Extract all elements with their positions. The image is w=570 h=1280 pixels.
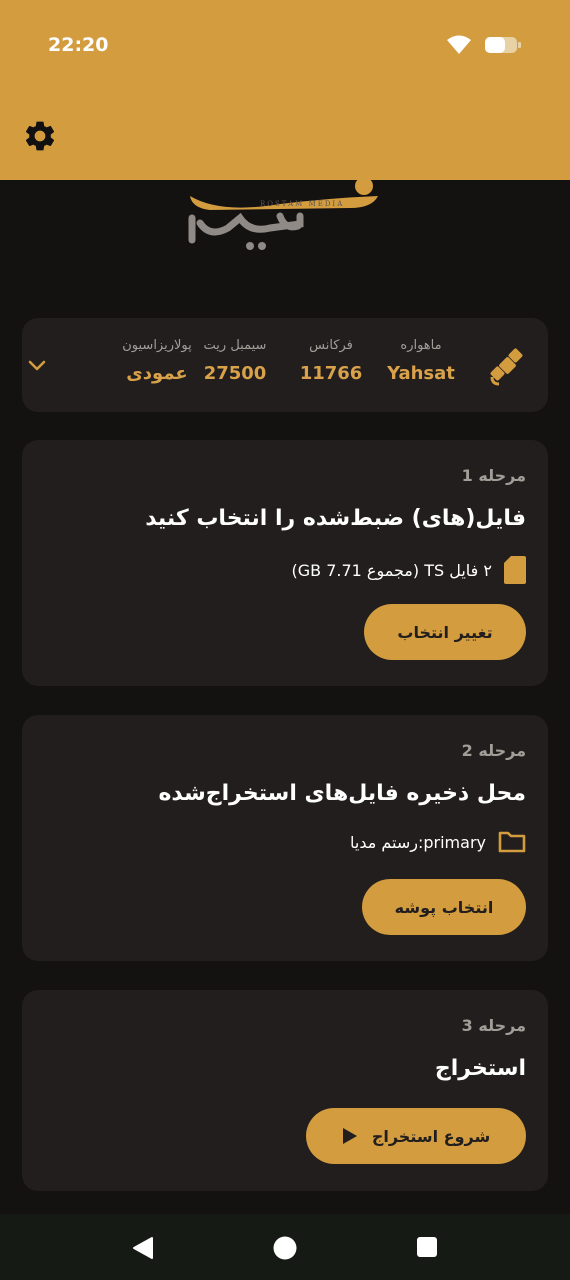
wifi-icon bbox=[447, 35, 471, 54]
status-icons bbox=[446, 34, 522, 56]
selected-files-summary: ۲ فایل TS (مجموع 7.71 GB) bbox=[291, 560, 492, 580]
choose-folder-label: انتخاب پوشه bbox=[394, 897, 494, 917]
step-2-title: محل ذخیره فایل‌های استخراج‌شده bbox=[158, 781, 526, 806]
gear-icon[interactable] bbox=[22, 118, 58, 154]
recents-icon[interactable] bbox=[416, 1236, 438, 1258]
polarization-value: عمودی bbox=[126, 363, 188, 384]
back-icon[interactable] bbox=[132, 1236, 154, 1260]
step-1-label: مرحله 1 bbox=[461, 466, 526, 485]
frequency-value: 11766 bbox=[299, 363, 363, 384]
step-2-label: مرحله 2 bbox=[461, 741, 526, 760]
satellite-label: ماهواره bbox=[400, 338, 442, 353]
satellite-column: ماهواره Yahsat bbox=[376, 338, 466, 384]
status-time: 22:20 bbox=[48, 34, 109, 56]
step-1-card: مرحله 1 فایل(های) ضبط‌شده را انتخاب کنید… bbox=[22, 440, 548, 686]
choose-folder-button[interactable]: انتخاب پوشه bbox=[362, 879, 526, 935]
change-selection-label: تغییر انتخاب bbox=[397, 622, 493, 642]
satellite-value: Yahsat bbox=[387, 363, 455, 384]
step-2-info: primary:رستم مدیا bbox=[350, 831, 526, 853]
symbol-rate-label: سیمبل ریت bbox=[203, 338, 267, 353]
frequency-label: فرکانس bbox=[309, 338, 353, 353]
battery-icon bbox=[485, 37, 521, 53]
chevron-down-icon[interactable] bbox=[26, 355, 48, 377]
system-nav-bar bbox=[0, 1214, 570, 1280]
start-extraction-label: شروع استخراج bbox=[371, 1126, 491, 1146]
symbol-rate-value: 27500 bbox=[203, 363, 267, 384]
polarization-label: پولاریزاسیون bbox=[122, 338, 192, 353]
folder-icon bbox=[498, 831, 526, 853]
satellite-icon bbox=[490, 348, 523, 386]
start-extraction-button[interactable]: شروع استخراج bbox=[306, 1108, 526, 1164]
home-icon[interactable] bbox=[273, 1236, 297, 1260]
frequency-column: فرکانس 11766 bbox=[286, 338, 376, 384]
svg-text:ROSTAM MEDIA: ROSTAM MEDIA bbox=[260, 200, 344, 208]
file-icon bbox=[504, 556, 526, 584]
step-2-card: مرحله 2 محل ذخیره فایل‌های استخراج‌شده p… bbox=[22, 715, 548, 961]
brand-logo: ROSTAM MEDIA bbox=[188, 177, 378, 250]
polarization-column: پولاریزاسیون عمودی bbox=[112, 338, 202, 384]
satellite-info-card[interactable]: ماهواره Yahsat فرکانس 11766 سیمبل ریت 27… bbox=[22, 318, 548, 412]
play-icon bbox=[342, 1128, 357, 1144]
step-3-label: مرحله 3 bbox=[461, 1016, 526, 1035]
step-3-title: استخراج bbox=[434, 1056, 526, 1081]
step-1-info: ۲ فایل TS (مجموع 7.71 GB) bbox=[291, 556, 526, 584]
step-3-card: مرحله 3 استخراج شروع استخراج bbox=[22, 990, 548, 1191]
change-selection-button[interactable]: تغییر انتخاب bbox=[364, 604, 526, 660]
symbol-rate-column: سیمبل ریت 27500 bbox=[190, 338, 280, 384]
output-folder-path: primary:رستم مدیا bbox=[349, 832, 486, 852]
step-1-title: فایل(های) ضبط‌شده را انتخاب کنید bbox=[145, 506, 526, 531]
app-bar: 22:20 bbox=[0, 0, 570, 180]
